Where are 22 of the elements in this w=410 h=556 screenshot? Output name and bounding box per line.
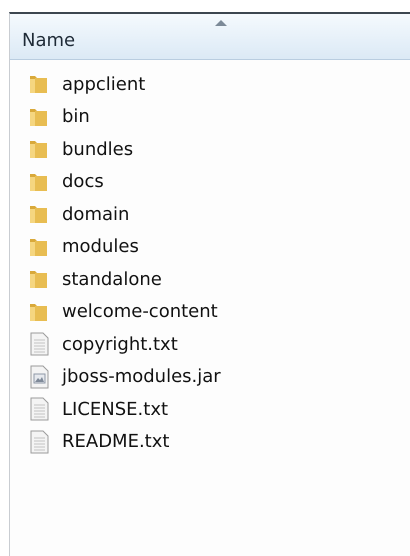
file-name[interactable]: docs (62, 171, 104, 192)
text-file-icon (28, 397, 50, 422)
file-name[interactable]: standalone (62, 268, 162, 290)
image-file-icon (28, 364, 50, 389)
folder-icon (28, 138, 50, 160)
folder-icon (28, 73, 50, 96)
file-name[interactable]: bin (62, 106, 90, 128)
text-file-icon (28, 430, 50, 454)
text-file-icon (28, 332, 50, 356)
file-name[interactable]: welcome-content (62, 301, 218, 322)
file-name[interactable]: modules (62, 236, 139, 258)
folder-icon (28, 203, 50, 226)
file-name[interactable]: copyright.txt (62, 334, 178, 355)
file-name[interactable]: README.txt (62, 431, 170, 452)
file-name[interactable]: LICENSE.txt (62, 398, 168, 420)
name-column-header[interactable]: Name (10, 14, 410, 60)
file-name[interactable]: appclient (62, 74, 146, 95)
file-name[interactable]: bundles (62, 138, 134, 160)
folder-icon (28, 268, 50, 290)
file-name[interactable]: jboss-modules.jar (62, 366, 221, 388)
sort-arrow-icon (215, 20, 227, 26)
file-name[interactable]: domain (62, 204, 130, 225)
